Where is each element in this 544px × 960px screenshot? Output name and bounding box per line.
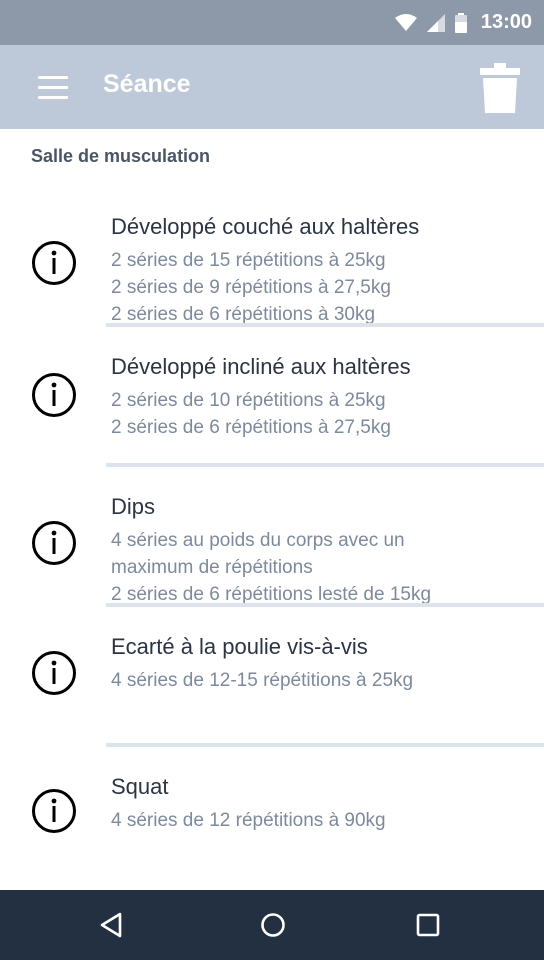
nav-bar <box>0 890 544 960</box>
info-icon[interactable] <box>31 650 77 696</box>
info-icon[interactable] <box>31 788 77 834</box>
section-title: Salle de musculation <box>31 146 211 166</box>
divider <box>106 463 544 467</box>
info-icon[interactable] <box>31 520 77 566</box>
app-bar: Séance <box>0 45 544 129</box>
menu-icon[interactable] <box>30 67 76 107</box>
home-icon[interactable] <box>248 900 298 950</box>
set-line: 4 séries de 12-15 répétitions à 25kg <box>111 670 414 691</box>
set-line: 4 séries de 12 répétitions à 90kg <box>111 810 386 831</box>
exercise-sets: 4 séries de 12-15 répétitions à 25kg <box>111 667 413 743</box>
exercise-sets: 2 séries de 15 répétitions à 25kg 2 séri… <box>111 247 391 323</box>
exercise-title: Dips <box>111 494 156 519</box>
list-item[interactable]: Squat 4 séries de 12 répétitions à 90kg <box>0 750 544 890</box>
page-title: Séance <box>103 70 191 98</box>
list-item[interactable]: Développé couché aux haltères 2 séries d… <box>0 190 544 330</box>
info-icon[interactable] <box>31 372 77 418</box>
trash-icon[interactable] <box>476 63 524 113</box>
exercise-title: Développé couché aux haltères <box>111 214 420 239</box>
set-line: 2 séries de 10 répétitions à 25kg <box>111 390 386 411</box>
recents-icon[interactable] <box>403 900 453 950</box>
set-line: 2 séries de 9 répétitions à 27,5kg <box>111 277 391 298</box>
set-line: 2 séries de 6 répétitions à 27,5kg <box>111 417 391 438</box>
set-line: 2 séries de 6 répétitions à 30kg <box>111 304 376 323</box>
exercise-title: Développé incliné aux haltères <box>111 354 411 379</box>
back-icon[interactable] <box>86 900 136 950</box>
battery-icon <box>454 12 467 33</box>
status-time: 13:00 <box>480 11 532 33</box>
set-line: 2 séries de 15 répétitions à 25kg <box>111 250 386 271</box>
list-item[interactable]: Développé incliné aux haltères 2 séries … <box>0 330 544 470</box>
exercise-title: Squat <box>111 774 169 799</box>
exercise-sets: 2 séries de 10 répétitions à 25kg 2 séri… <box>111 387 391 463</box>
exercise-sets: 4 séries de 12 répétitions à 90kg <box>111 807 386 883</box>
exercise-sets: 4 séries au poids du corps avec un maxim… <box>111 527 431 603</box>
set-line: 4 séries au poids du corps avec un <box>111 530 405 551</box>
exercise-title: Ecarté à la poulie vis-à-vis <box>111 634 368 659</box>
wifi-icon <box>394 13 417 31</box>
divider <box>106 323 544 327</box>
set-line: 2 séries de 6 répétitions lesté de 15kg <box>111 584 432 603</box>
divider <box>106 743 544 747</box>
divider <box>106 603 544 607</box>
list-item[interactable]: Dips 4 séries au poids du corps avec un … <box>0 470 544 610</box>
status-icons: 13:00 <box>394 0 532 45</box>
status-bar: 13:00 <box>0 0 544 45</box>
list-item[interactable]: Ecarté à la poulie vis-à-vis 4 séries de… <box>0 610 544 750</box>
info-icon[interactable] <box>31 240 77 286</box>
set-line: maximum de répétitions <box>111 557 313 578</box>
signal-icon <box>426 13 445 32</box>
